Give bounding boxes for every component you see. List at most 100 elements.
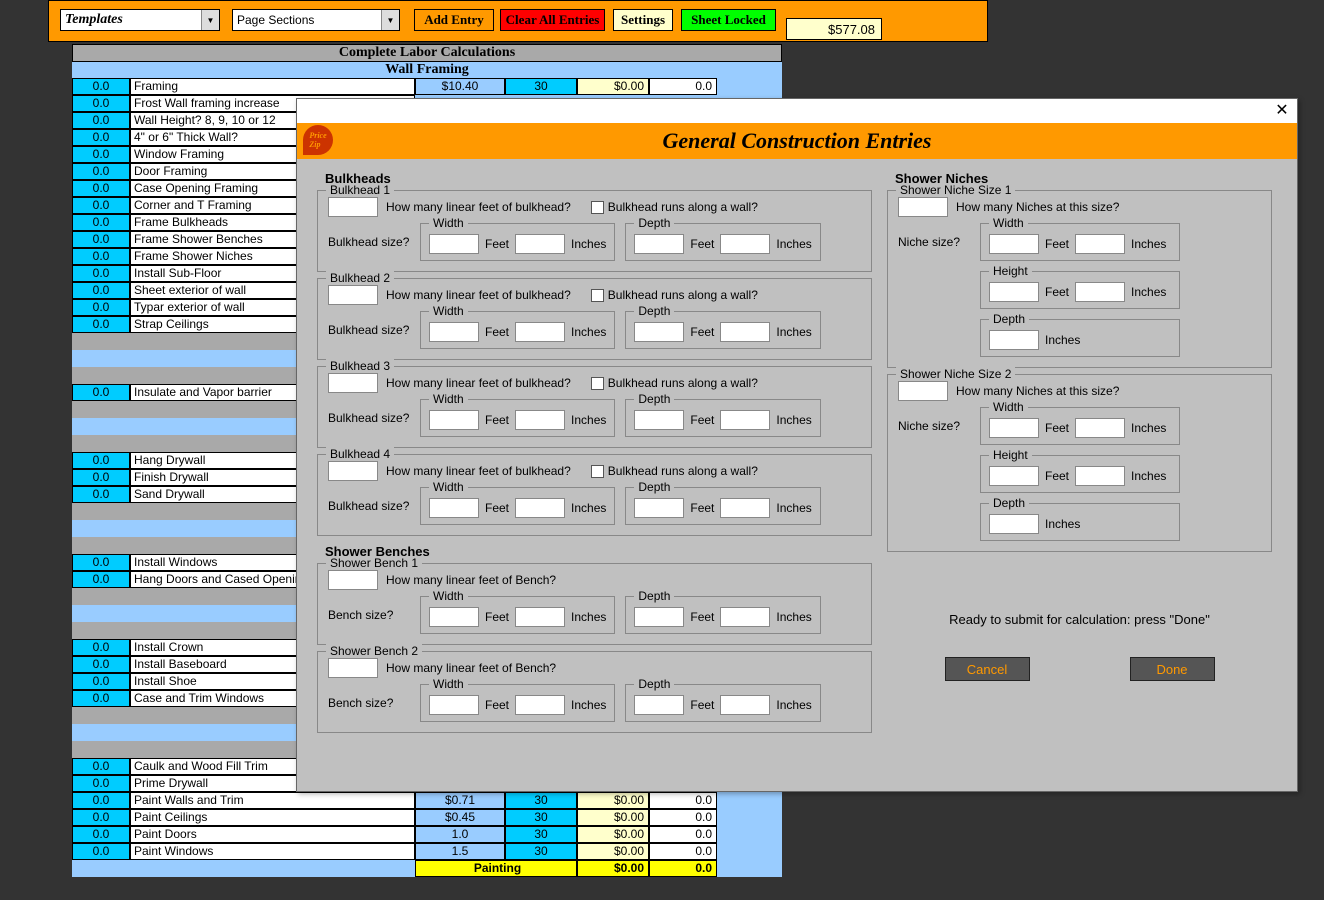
cell-num[interactable]: 0.0 bbox=[72, 163, 130, 180]
cell-num[interactable]: 0.0 bbox=[72, 197, 130, 214]
cell-rate[interactable]: $10.40 bbox=[415, 78, 505, 95]
add-entry-button[interactable]: Add Entry bbox=[414, 9, 494, 31]
cell-rate[interactable]: 1.5 bbox=[415, 843, 505, 860]
cell-qty[interactable]: 0.0 bbox=[649, 78, 717, 95]
cell-hrs[interactable]: 30 bbox=[505, 78, 577, 95]
cell-num[interactable]: 0.0 bbox=[72, 78, 130, 95]
cell-num[interactable]: 0.0 bbox=[72, 809, 130, 826]
feet-input[interactable] bbox=[634, 607, 684, 627]
cell-num[interactable]: 0.0 bbox=[72, 758, 130, 775]
cell-num[interactable]: 0.0 bbox=[72, 826, 130, 843]
cell-desc[interactable]: Paint Walls and Trim bbox=[130, 792, 415, 809]
feet-input[interactable] bbox=[989, 234, 1039, 254]
cell-cost[interactable]: $0.00 bbox=[577, 78, 649, 95]
cell-num[interactable]: 0.0 bbox=[72, 384, 130, 401]
inches-input[interactable] bbox=[720, 498, 770, 518]
feet-input[interactable] bbox=[989, 466, 1039, 486]
linear-feet-input[interactable] bbox=[328, 373, 378, 393]
cell-num[interactable]: 0.0 bbox=[72, 129, 130, 146]
cell-num[interactable]: 0.0 bbox=[72, 214, 130, 231]
cell-num[interactable]: 0.0 bbox=[72, 554, 130, 571]
done-button[interactable]: Done bbox=[1130, 657, 1215, 681]
cell-cost[interactable]: $0.00 bbox=[577, 826, 649, 843]
cell-desc[interactable]: Paint Windows bbox=[130, 843, 415, 860]
cell-desc[interactable]: Paint Ceilings bbox=[130, 809, 415, 826]
feet-input[interactable] bbox=[429, 695, 479, 715]
inches-input[interactable] bbox=[720, 410, 770, 430]
clear-all-button[interactable]: Clear All Entries bbox=[500, 9, 605, 31]
inches-input[interactable] bbox=[720, 695, 770, 715]
feet-input[interactable] bbox=[634, 695, 684, 715]
cell-num[interactable]: 0.0 bbox=[72, 486, 130, 503]
cell-cost[interactable]: $0.00 bbox=[577, 809, 649, 826]
runs-along-checkbox[interactable] bbox=[591, 377, 604, 390]
cell-rate[interactable]: $0.45 bbox=[415, 809, 505, 826]
feet-input[interactable] bbox=[989, 282, 1039, 302]
cell-num[interactable]: 0.0 bbox=[72, 673, 130, 690]
inches-input[interactable] bbox=[1075, 282, 1125, 302]
niche-count-input[interactable] bbox=[898, 197, 948, 217]
runs-along-checkbox[interactable] bbox=[591, 289, 604, 302]
inches-input[interactable] bbox=[720, 322, 770, 342]
bench-feet-input[interactable] bbox=[328, 570, 378, 590]
cell-num[interactable]: 0.0 bbox=[72, 282, 130, 299]
inches-input[interactable] bbox=[515, 410, 565, 430]
cell-num[interactable]: 0.0 bbox=[72, 639, 130, 656]
inches-input[interactable] bbox=[515, 234, 565, 254]
cell-num[interactable]: 0.0 bbox=[72, 469, 130, 486]
cell-qty[interactable]: 0.0 bbox=[649, 792, 717, 809]
cell-cost[interactable]: $0.00 bbox=[577, 792, 649, 809]
feet-input[interactable] bbox=[429, 498, 479, 518]
inches-input[interactable] bbox=[515, 607, 565, 627]
cell-rate[interactable]: 1.0 bbox=[415, 826, 505, 843]
feet-input[interactable] bbox=[429, 410, 479, 430]
cell-qty[interactable]: 0.0 bbox=[649, 809, 717, 826]
linear-feet-input[interactable] bbox=[328, 197, 378, 217]
inches-input[interactable] bbox=[1075, 234, 1125, 254]
bench-feet-input[interactable] bbox=[328, 658, 378, 678]
cell-num[interactable]: 0.0 bbox=[72, 656, 130, 673]
feet-input[interactable] bbox=[989, 514, 1039, 534]
cell-desc[interactable]: Paint Doors bbox=[130, 826, 415, 843]
feet-input[interactable] bbox=[634, 322, 684, 342]
close-icon[interactable]: ✕ bbox=[1273, 101, 1291, 119]
cell-num[interactable]: 0.0 bbox=[72, 571, 130, 588]
feet-input[interactable] bbox=[429, 322, 479, 342]
cell-num[interactable]: 0.0 bbox=[72, 690, 130, 707]
feet-input[interactable] bbox=[429, 607, 479, 627]
cell-cost[interactable]: $0.00 bbox=[577, 843, 649, 860]
inches-input[interactable] bbox=[1075, 418, 1125, 438]
page-sections-dropdown[interactable]: Page Sections ▼ bbox=[232, 9, 400, 31]
cell-qty[interactable]: 0.0 bbox=[649, 843, 717, 860]
cell-num[interactable]: 0.0 bbox=[72, 316, 130, 333]
templates-dropdown[interactable]: Templates ▼ bbox=[60, 9, 220, 31]
cell-hrs[interactable]: 30 bbox=[505, 826, 577, 843]
cell-hrs[interactable]: 30 bbox=[505, 843, 577, 860]
settings-button[interactable]: Settings bbox=[613, 9, 673, 31]
cell-hrs[interactable]: 30 bbox=[505, 792, 577, 809]
feet-input[interactable] bbox=[634, 498, 684, 518]
cell-qty[interactable]: 0.0 bbox=[649, 826, 717, 843]
inches-input[interactable] bbox=[515, 695, 565, 715]
inches-input[interactable] bbox=[1075, 466, 1125, 486]
cell-num[interactable]: 0.0 bbox=[72, 792, 130, 809]
niche-count-input[interactable] bbox=[898, 381, 948, 401]
cell-desc[interactable]: Framing bbox=[130, 78, 415, 95]
feet-input[interactable] bbox=[634, 234, 684, 254]
cell-hrs[interactable]: 30 bbox=[505, 809, 577, 826]
runs-along-checkbox[interactable] bbox=[591, 201, 604, 214]
cell-num[interactable]: 0.0 bbox=[72, 265, 130, 282]
cell-num[interactable]: 0.0 bbox=[72, 231, 130, 248]
cell-num[interactable]: 0.0 bbox=[72, 843, 130, 860]
linear-feet-input[interactable] bbox=[328, 285, 378, 305]
inches-input[interactable] bbox=[515, 498, 565, 518]
cell-rate[interactable]: $0.71 bbox=[415, 792, 505, 809]
feet-input[interactable] bbox=[634, 410, 684, 430]
feet-input[interactable] bbox=[989, 330, 1039, 350]
cell-num[interactable]: 0.0 bbox=[72, 180, 130, 197]
inches-input[interactable] bbox=[720, 234, 770, 254]
cell-num[interactable]: 0.0 bbox=[72, 146, 130, 163]
linear-feet-input[interactable] bbox=[328, 461, 378, 481]
feet-input[interactable] bbox=[989, 418, 1039, 438]
cell-num[interactable]: 0.0 bbox=[72, 299, 130, 316]
